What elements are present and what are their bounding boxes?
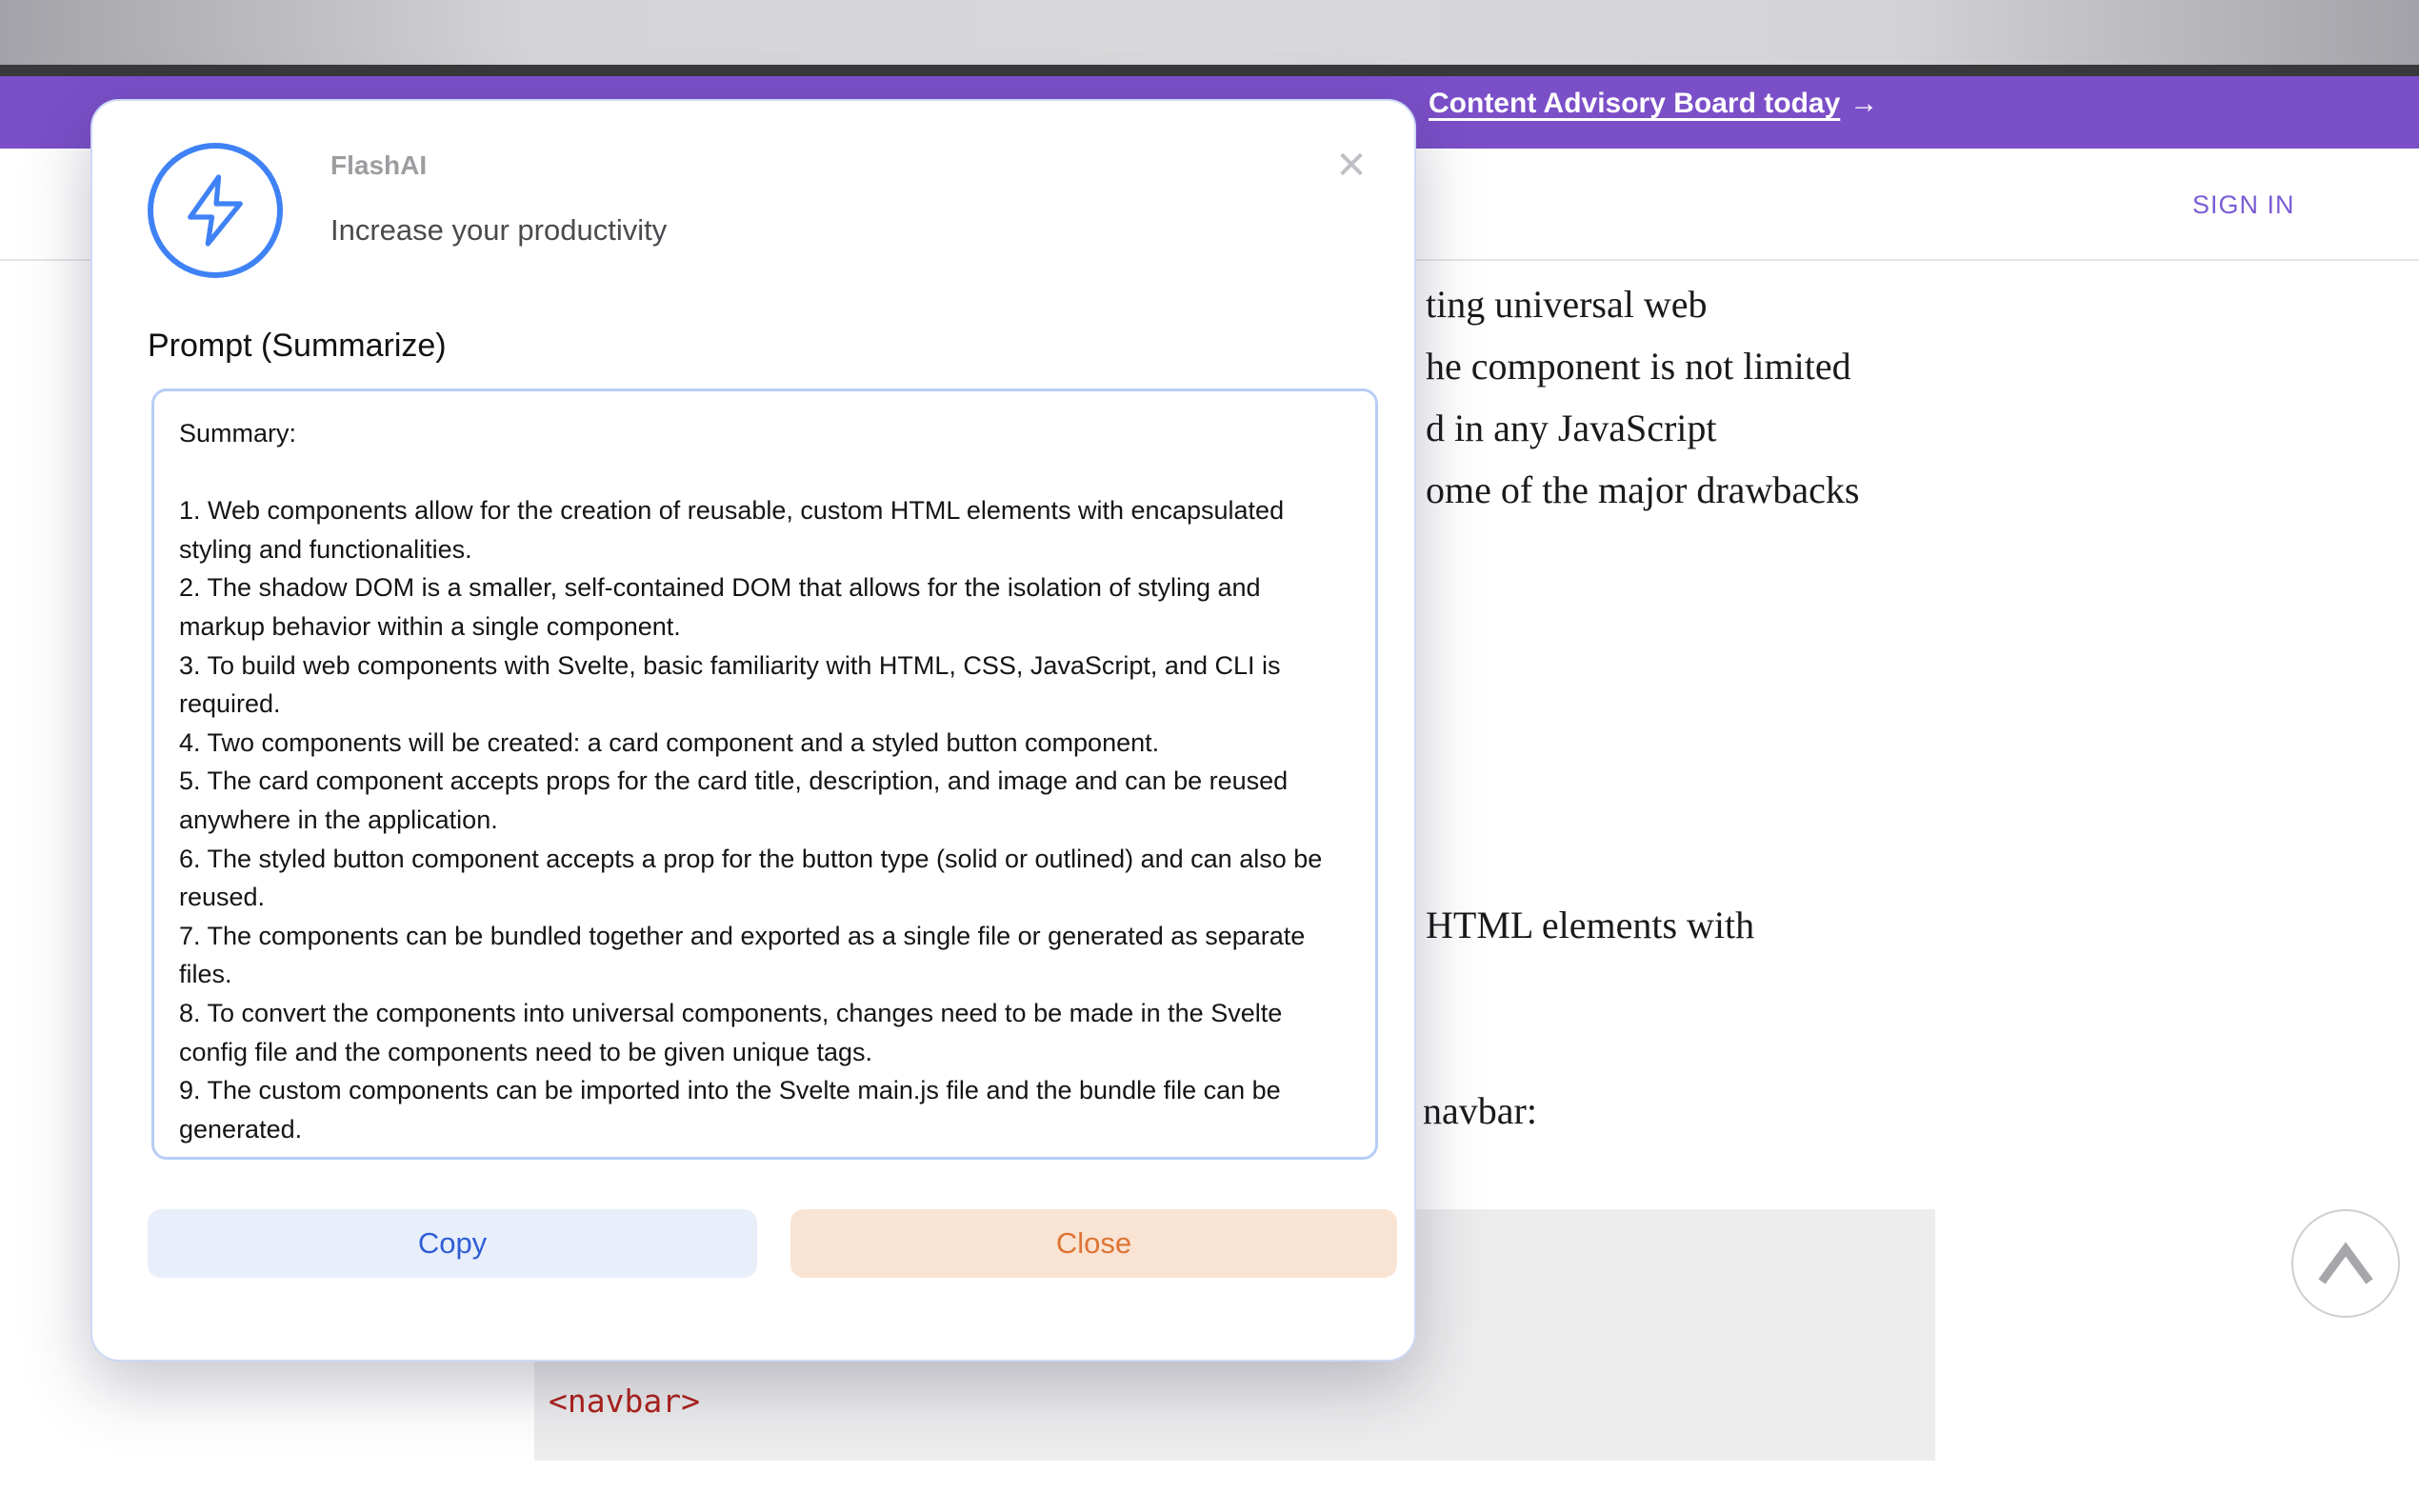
article-text-line: navbar: xyxy=(1423,1088,1537,1133)
summary-textarea[interactable]: Summary: 1. Web components allow for the… xyxy=(151,388,1378,1160)
app-title: FlashAI xyxy=(330,150,427,181)
window-divider xyxy=(0,65,2419,76)
flashai-modal: FlashAI Increase your productivity ✕ Pro… xyxy=(90,99,1416,1362)
article-text-line: d in any JavaScript xyxy=(1426,406,1717,450)
article-text-line: he component is not limited xyxy=(1426,344,1851,388)
promo-banner-link[interactable]: Content Advisory Board today → xyxy=(1429,88,1878,120)
modal-button-row: Copy Close xyxy=(92,1209,1414,1278)
close-button[interactable]: Close xyxy=(790,1209,1397,1278)
article-text-line: ome of the major drawbacks xyxy=(1426,468,1859,512)
copy-button[interactable]: Copy xyxy=(148,1209,757,1278)
promo-banner-link-text: Content Advisory Board today xyxy=(1429,88,1840,119)
browser-chrome-bar xyxy=(0,0,2419,65)
article-text-line: HTML elements with xyxy=(1426,903,1754,947)
app-tagline: Increase your productivity xyxy=(330,213,667,248)
code-snippet: <navbar> xyxy=(549,1383,700,1420)
flashai-logo xyxy=(148,143,283,278)
arrow-right-icon: → xyxy=(1849,88,1878,119)
lightning-bolt-icon xyxy=(175,165,255,256)
close-icon[interactable]: ✕ xyxy=(1325,139,1378,192)
sign-in-link[interactable]: SIGN IN xyxy=(2192,190,2295,220)
prompt-label: Prompt (Summarize) xyxy=(148,328,447,365)
chevron-up-icon xyxy=(2312,1238,2379,1289)
scroll-to-top-button[interactable] xyxy=(2291,1209,2400,1318)
article-text-line: ting universal web xyxy=(1426,282,1708,327)
